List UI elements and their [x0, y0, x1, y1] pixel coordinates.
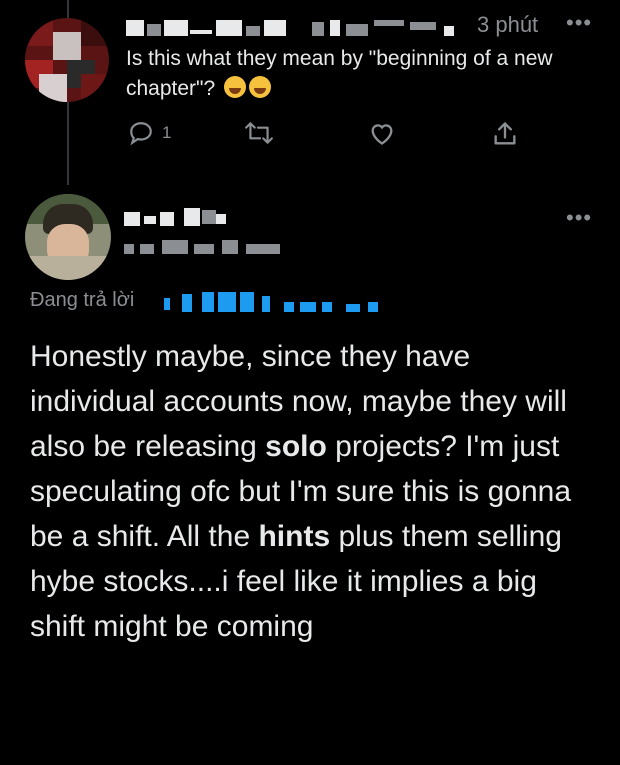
laughing-emoji-icon — [249, 76, 272, 98]
reply-count: 1 — [162, 123, 172, 142]
tweet-timestamp: 3 phút — [477, 12, 539, 37]
reply-text-bold-solo: solo — [265, 430, 327, 463]
avatar-pixel — [25, 18, 53, 46]
laughing-emoji-icon — [224, 76, 247, 98]
parent-tweet-body: Is this what they mean by "beginning of … — [126, 47, 553, 100]
share-button[interactable] — [491, 120, 519, 148]
replying-to-label: Đang trả lời — [30, 289, 135, 311]
reply-tweet-text: Honestly maybe, since they have individu… — [30, 334, 600, 649]
parent-tweet-text: Is this what they mean by "beginning of … — [126, 44, 606, 104]
heart-icon — [371, 124, 393, 145]
thread-line-top — [67, 0, 69, 18]
avatar-pixel — [25, 256, 111, 280]
share-icon — [494, 122, 516, 145]
parent-avatar[interactable] — [25, 18, 109, 102]
thread-line — [67, 100, 69, 185]
retweet-button[interactable] — [244, 120, 274, 146]
more-horizontal-icon[interactable]: ••• — [566, 205, 592, 231]
like-button[interactable] — [368, 120, 396, 146]
more-horizontal-icon[interactable]: ••• — [566, 10, 592, 36]
reply-avatar[interactable] — [25, 194, 111, 280]
retweet-icon — [245, 122, 273, 144]
avatar-pixel — [39, 74, 67, 102]
reply-button[interactable]: 1 — [128, 120, 171, 146]
avatar-pixel — [81, 74, 109, 102]
reply-icon — [130, 122, 152, 146]
reply-text-bold-hints: hints — [258, 520, 331, 553]
avatar-pixel — [53, 32, 81, 60]
avatar-pixel — [81, 18, 109, 46]
